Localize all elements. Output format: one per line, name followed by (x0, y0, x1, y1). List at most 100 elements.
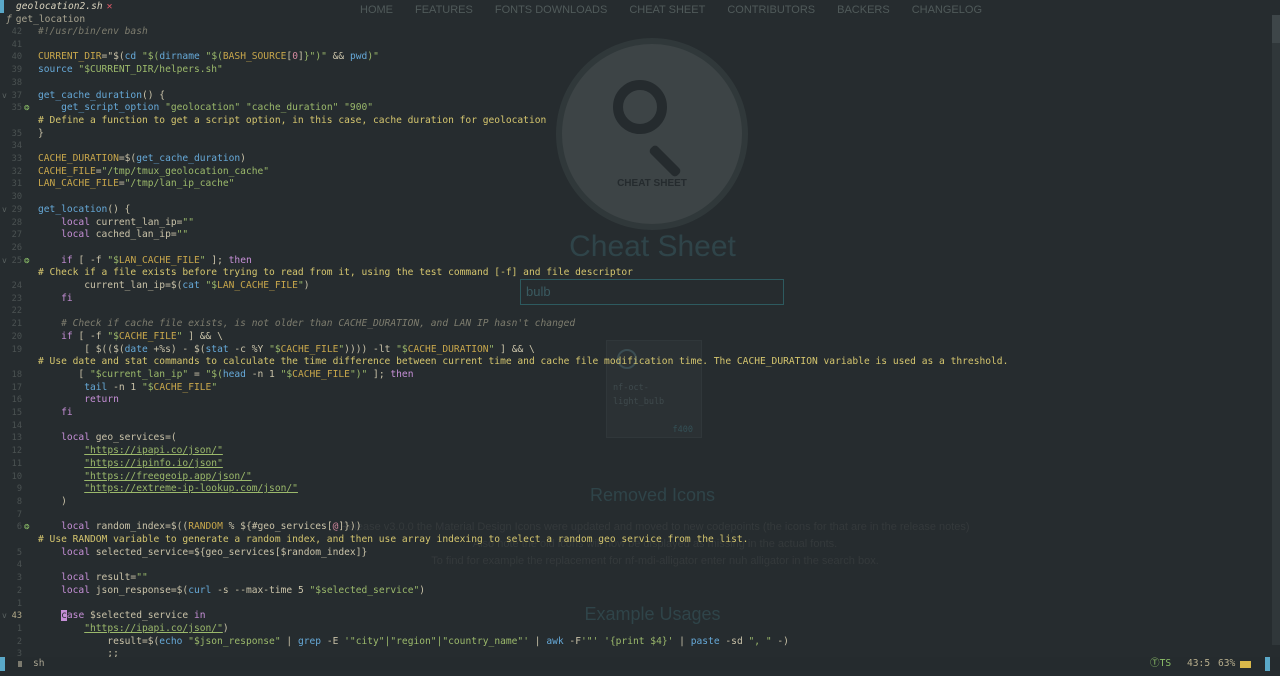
line-number: 32 (11, 166, 22, 177)
code-token: cached_lan_ip= (90, 229, 177, 241)
mode-indicator (0, 657, 5, 671)
code-token: local (61, 521, 90, 533)
code-token: selected_service=${geo_services[$random_… (90, 546, 368, 558)
code-line[interactable]: if [ -f "$LAN_CACHE_FILE" ]; then (38, 255, 252, 268)
code-line[interactable]: local random_index=$((RANDOM % ${#geo_se… (38, 521, 361, 534)
code-action-lightbulb-icon[interactable]: ❂ (24, 102, 33, 115)
fold-chevron-icon[interactable]: v (2, 610, 7, 623)
code-line[interactable]: result=$(echo "$json_response" | grep -E… (38, 636, 789, 649)
gutter-row: 10 (0, 471, 33, 484)
code-line[interactable]: # Use RANDOM variable to generate a rand… (38, 534, 748, 547)
code-line[interactable]: CACHE_FILE="/tmp/tmux_geolocation_cache" (38, 166, 269, 179)
code-line[interactable]: # Use date and stat commands to calculat… (38, 356, 1008, 369)
code-line[interactable]: fi (38, 293, 73, 306)
code-token: CACHE_DURATION (407, 343, 489, 355)
code-token: echo (159, 635, 183, 647)
tab-filename[interactable]: geolocation2.sh (0, 1, 103, 12)
code-line[interactable]: tail -n 1 "$CACHE_FILE" (38, 382, 217, 395)
winbar-symbol[interactable]: get_location (16, 14, 85, 25)
mode-indicator-end (1265, 657, 1270, 671)
code-line[interactable]: local selected_service=${geo_services[$r… (38, 547, 367, 560)
line-number: 10 (11, 471, 22, 482)
code-token: '"city"|"region"|"country_name"' (344, 635, 529, 647)
code-line[interactable]: [ "$current_lan_ip" = "$(head -n 1 "$CAC… (38, 369, 413, 382)
code-line[interactable]: return (38, 394, 119, 407)
code-line[interactable]: LAN_CACHE_FILE="/tmp/lan_ip_cache" (38, 178, 234, 191)
code-token: "$ (199, 280, 218, 291)
code-token: +%s) - $( (147, 343, 206, 355)
code-token: local (61, 229, 90, 241)
gutter-row: 20 (0, 331, 33, 344)
scrollbar[interactable] (1272, 15, 1280, 645)
code-token: ")" (349, 368, 368, 380)
code-token: ", " (748, 635, 772, 647)
code-line[interactable]: "https://ipapi.co/json/") (38, 623, 228, 636)
code-action-lightbulb-icon[interactable]: ❂ (24, 255, 33, 268)
code-token: () { (141, 89, 166, 101)
code-line[interactable]: # Check if cache file exists, is not old… (38, 318, 575, 331)
code-token: RANDOM (188, 521, 223, 533)
code-token: # Use date and stat commands to calculat… (38, 356, 1009, 368)
scrollbar-thumb[interactable] (1272, 15, 1280, 43)
code-line[interactable]: get_location() { (38, 204, 130, 217)
neovim-editor[interactable]: geolocation2.sh ✕ ƒ get_location 42 41 40 39 3… (0, 0, 1280, 676)
code-token: "$( (205, 368, 223, 380)
code-line[interactable]: "https://freegeoip.app/json/" (38, 471, 252, 484)
code-line[interactable]: CACHE_DURATION=$(get_cache_duration) (38, 153, 246, 166)
code-token: #!/usr/bin/env bash (38, 26, 148, 37)
code-line[interactable]: local cached_lan_ip="" (38, 229, 188, 242)
code-line[interactable]: "https://ipinfo.io/json" (38, 458, 223, 471)
code-line[interactable]: local geo_services=( (38, 432, 177, 445)
code-line[interactable]: local current_lan_ip="" (38, 217, 194, 230)
code-line[interactable]: get_cache_duration() { (38, 90, 165, 103)
code-line[interactable]: case $selected_service in (38, 610, 206, 623)
code-token: "$json_response" (182, 635, 281, 647)
code-line[interactable]: [ $(($(date +%s) - $(stat -c %Y "$CACHE_… (38, 344, 535, 357)
code-token: "$ (141, 381, 154, 393)
code-line[interactable]: fi (38, 407, 73, 420)
code-line[interactable]: } (38, 128, 44, 141)
code-token: current_lan_ip=$( (38, 280, 183, 291)
fold-chevron-icon[interactable]: v (2, 90, 7, 103)
gutter-row: 32 (0, 166, 33, 179)
fold-chevron-icon[interactable]: v (2, 255, 7, 268)
code-token: } (38, 127, 44, 139)
code-line[interactable]: local json_response=$(curl -s --max-time… (38, 585, 425, 598)
code-line[interactable]: ) (38, 496, 67, 509)
code-token: tail (84, 381, 108, 393)
line-number: 4 (16, 560, 22, 571)
line-number: 1 (16, 623, 22, 634)
code-line[interactable]: get_script_option "geolocation" "cache_d… (38, 102, 373, 115)
code-token: CACHE_FILE (118, 330, 177, 342)
code-line[interactable]: local result="" (38, 572, 148, 585)
gutter-row (0, 115, 33, 128)
code-token: # Define a function to get a script opti… (38, 114, 547, 126)
code-token: )" (367, 51, 379, 63)
line-number: 35 (11, 103, 22, 114)
fold-chevron-icon[interactable]: v (2, 204, 7, 217)
gutter-row: 24 (0, 280, 33, 293)
code-line[interactable]: current_lan_ip=$(cat "$LAN_CACHE_FILE") (38, 280, 309, 293)
code-token: get_location (38, 203, 108, 215)
code-line[interactable]: # Check if a file exists before trying t… (38, 267, 633, 280)
code-action-lightbulb-icon[interactable]: ❂ (24, 521, 33, 534)
code-line[interactable]: #!/usr/bin/env bash (38, 26, 148, 39)
code-line[interactable]: "https://ipapi.co/json/" (38, 445, 223, 458)
code-token: '"' (580, 635, 599, 647)
line-number: 15 (11, 408, 22, 418)
gutter-row: 41 (0, 39, 33, 52)
close-icon[interactable]: ✕ (107, 1, 113, 12)
code-line[interactable]: if [ -f "$CACHE_FILE" ] && \ (38, 331, 223, 344)
code-token: () { (107, 203, 131, 215)
code-line[interactable]: CURRENT_DIR="$(cd "$(dirname "$(BASH_SOU… (38, 51, 379, 64)
code-line[interactable]: "https://extreme-ip-lookup.com/json/" (38, 483, 298, 496)
code-token: grep (297, 635, 322, 647)
code-token: -E (321, 635, 345, 647)
code-token: [ (38, 368, 90, 380)
code-token: json_response=$( (90, 584, 189, 596)
code-line[interactable]: # Define a function to get a script opti… (38, 115, 546, 128)
code-token: ) (419, 584, 426, 596)
code-line[interactable]: source "$CURRENT_DIR/helpers.sh" (38, 64, 223, 77)
